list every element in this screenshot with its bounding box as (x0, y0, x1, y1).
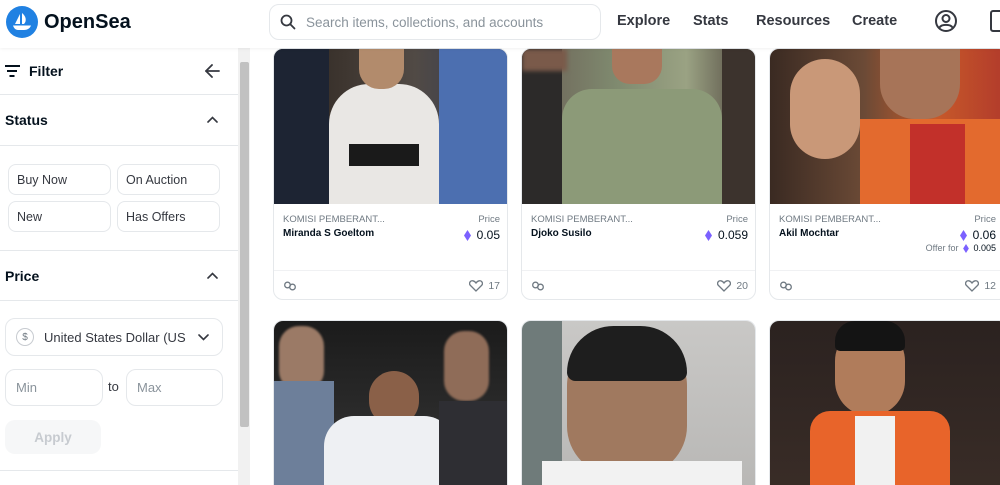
scrollbar-thumb[interactable] (240, 62, 249, 427)
chevron-up-icon (207, 272, 218, 279)
offer-amount: 0.005 (973, 243, 996, 253)
status-buy-now[interactable]: Buy Now (8, 164, 111, 195)
nav-stats[interactable]: Stats (693, 13, 728, 29)
like-count: 17 (488, 280, 500, 292)
nft-name[interactable]: Djoko Susilo (531, 228, 592, 239)
dollar-icon: $ (16, 328, 34, 346)
nft-info: KOMISI PEMBERANT... Djoko Susilo Price 0… (522, 204, 755, 270)
nft-image (522, 49, 755, 204)
favorite-button[interactable]: 12 (965, 280, 996, 292)
card-footer: 12 (770, 270, 1000, 299)
status-on-auction[interactable]: On Auction (117, 164, 220, 195)
nav-explore[interactable]: Explore (617, 13, 670, 29)
status-section-header[interactable]: Status (0, 95, 238, 146)
price-label: Price (974, 214, 996, 225)
price-amount: 0.05 (476, 228, 500, 242)
price-value: 0.05 (463, 228, 500, 242)
currency-select[interactable]: $ United States Dollar (USD) (5, 318, 223, 356)
nft-info: KOMISI PEMBERANT... Akil Mochtar Price 0… (770, 204, 1000, 270)
range-to-label: to (108, 379, 119, 394)
nft-image (274, 49, 507, 204)
eth-icon (463, 229, 471, 241)
nft-card[interactable]: KOMISI PEMBERANT... Akil Mochtar Price 0… (769, 48, 1000, 300)
apply-button[interactable]: Apply (5, 420, 101, 454)
like-count: 20 (736, 280, 748, 292)
nft-image (522, 321, 755, 485)
price-value: 0.059 (704, 228, 748, 242)
like-count: 12 (984, 280, 996, 292)
collection-name[interactable]: KOMISI PEMBERANT... (531, 214, 633, 225)
max-price-input[interactable]: Max (126, 369, 223, 406)
chevron-up-icon (207, 116, 218, 123)
heart-icon (965, 280, 980, 292)
link-icon[interactable] (532, 281, 544, 291)
nav-resources[interactable]: Resources (756, 13, 830, 29)
price-title: Price (5, 267, 40, 284)
wallet-icon[interactable] (990, 9, 1000, 33)
nft-card[interactable] (273, 320, 508, 485)
account-icon[interactable] (934, 9, 958, 33)
nft-name[interactable]: Akil Mochtar (779, 228, 839, 239)
brand-name: OpenSea (44, 10, 131, 33)
chevron-down-icon (198, 334, 209, 341)
best-offer: Offer for 0.005 (926, 243, 996, 253)
divider (0, 470, 238, 471)
search-icon (280, 14, 296, 30)
filter-sidebar: Filter Status Buy Now On Auction New Has… (0, 48, 238, 485)
eth-icon (959, 229, 967, 241)
nav-create[interactable]: Create (852, 13, 897, 29)
heart-icon (469, 280, 484, 292)
collection-name[interactable]: KOMISI PEMBERANT... (283, 214, 385, 225)
status-title: Status (5, 112, 48, 128)
favorite-button[interactable]: 17 (469, 280, 500, 292)
search-placeholder: Search items, collections, and accounts (306, 14, 544, 30)
search-input[interactable]: Search items, collections, and accounts (269, 4, 601, 40)
nft-card[interactable] (521, 320, 756, 485)
offer-label: Offer for (925, 243, 959, 253)
card-footer: 17 (274, 270, 507, 299)
card-footer: 20 (522, 270, 755, 299)
price-amount: 0.059 (717, 228, 748, 242)
currency-value: United States Dollar (USD) (44, 329, 186, 345)
price-value: 0.06 (959, 228, 996, 242)
nft-card[interactable]: KOMISI PEMBERANT... Djoko Susilo Price 0… (521, 48, 756, 300)
nft-name[interactable]: Miranda S Goeltom (283, 228, 374, 239)
status-new[interactable]: New (8, 201, 111, 232)
filter-label: Filter (29, 63, 64, 79)
favorite-button[interactable]: 20 (717, 280, 748, 292)
min-price-input[interactable]: Min (5, 369, 103, 406)
collapse-arrow-icon[interactable] (205, 64, 220, 78)
collection-name[interactable]: KOMISI PEMBERANT... (779, 214, 881, 225)
eth-icon (704, 229, 712, 241)
filter-header[interactable]: Filter (0, 48, 238, 95)
link-icon[interactable] (780, 281, 792, 291)
opensea-logo-icon (6, 6, 38, 38)
nft-info: KOMISI PEMBERANT... Miranda S Goeltom Pr… (274, 204, 507, 270)
link-icon[interactable] (284, 281, 296, 291)
eth-icon (963, 243, 970, 253)
filter-icon (5, 65, 20, 77)
status-has-offers[interactable]: Has Offers (117, 201, 220, 232)
nft-image (274, 321, 507, 485)
opensea-logo[interactable]: OpenSea (6, 6, 131, 38)
price-amount: 0.06 (972, 228, 996, 242)
top-nav-bar: OpenSea Search items, collections, and a… (0, 0, 1000, 48)
nft-image (770, 49, 1000, 204)
nft-card[interactable]: KOMISI PEMBERANT... Miranda S Goeltom Pr… (273, 48, 508, 300)
price-label: Price (478, 214, 500, 225)
nft-card[interactable] (769, 320, 1000, 485)
nft-image (770, 321, 1000, 485)
price-label: Price (726, 214, 748, 225)
heart-icon (717, 280, 732, 292)
price-section-header[interactable]: Price (0, 250, 238, 301)
